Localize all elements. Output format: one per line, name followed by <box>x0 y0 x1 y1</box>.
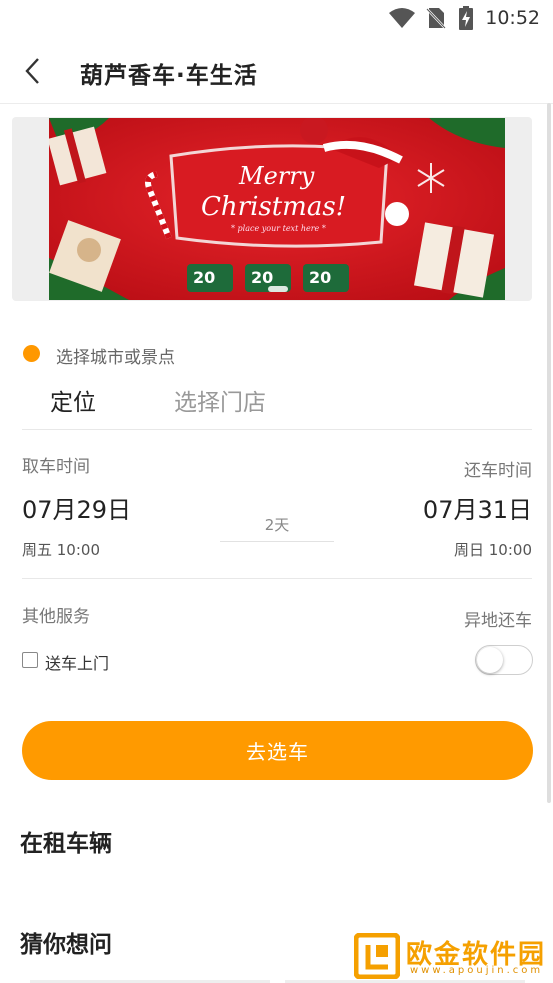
delivery-checkbox[interactable] <box>22 652 38 668</box>
no-sim-icon <box>426 8 446 29</box>
wifi-icon <box>389 8 415 28</box>
watermark: 欧金软件园 www.apoujin.com <box>354 932 546 980</box>
locate-button[interactable]: 定位 <box>50 383 96 417</box>
divider <box>22 578 532 579</box>
other-services-label: 其他服务 <box>22 607 90 627</box>
app-header: 葫芦香车·车生活 <box>0 36 553 104</box>
duration-underline <box>220 541 334 542</box>
banner-text-christmas: Christmas! <box>201 192 347 222</box>
select-store-field[interactable]: 选择门店 <box>174 383 266 417</box>
status-bar: 10:52 <box>0 0 553 36</box>
banner-badge: 20 <box>309 268 332 287</box>
banner-badge: 20 <box>251 268 274 287</box>
pickup-date[interactable]: 07月29日 <box>22 490 131 525</box>
banner-text-merry: Merry <box>239 162 315 190</box>
banner-indicator <box>268 286 288 292</box>
watermark-logo-icon <box>354 933 400 979</box>
location-hint[interactable]: 选择城市或景点 <box>56 343 175 368</box>
promo-banner[interactable]: Merry Christmas! * place your text here … <box>49 118 505 300</box>
banner-text-placeholder: * place your text here * <box>231 224 326 233</box>
status-time: 10:52 <box>485 7 540 29</box>
back-arrow-icon[interactable] <box>20 54 48 88</box>
watermark-url: www.apoujin.com <box>410 965 544 976</box>
page-title: 葫芦香车·车生活 <box>80 63 258 89</box>
other-return-label: 异地还车 <box>464 611 532 631</box>
location-dot-icon <box>23 345 40 362</box>
rented-vehicles-heading: 在租车辆 <box>20 831 112 857</box>
pickup-weekday-time[interactable]: 周五 10:00 <box>22 539 100 560</box>
battery-charging-icon <box>459 6 473 30</box>
return-time-label: 还车时间 <box>464 461 532 481</box>
rental-duration: 2天 <box>264 516 290 534</box>
return-date[interactable]: 07月31日 <box>423 490 532 525</box>
delivery-label[interactable]: 送车上门 <box>45 650 109 674</box>
scrollbar[interactable] <box>547 103 551 803</box>
pickup-time-label: 取车时间 <box>22 457 90 477</box>
faq-heading: 猜你想问 <box>20 932 112 958</box>
choose-car-button[interactable]: 去选车 <box>22 721 533 780</box>
banner-badge: 20 <box>193 268 216 287</box>
return-weekday-time[interactable]: 周日 10:00 <box>454 539 532 560</box>
divider <box>22 429 532 430</box>
other-return-toggle[interactable] <box>475 645 533 675</box>
toggle-knob <box>477 647 503 673</box>
